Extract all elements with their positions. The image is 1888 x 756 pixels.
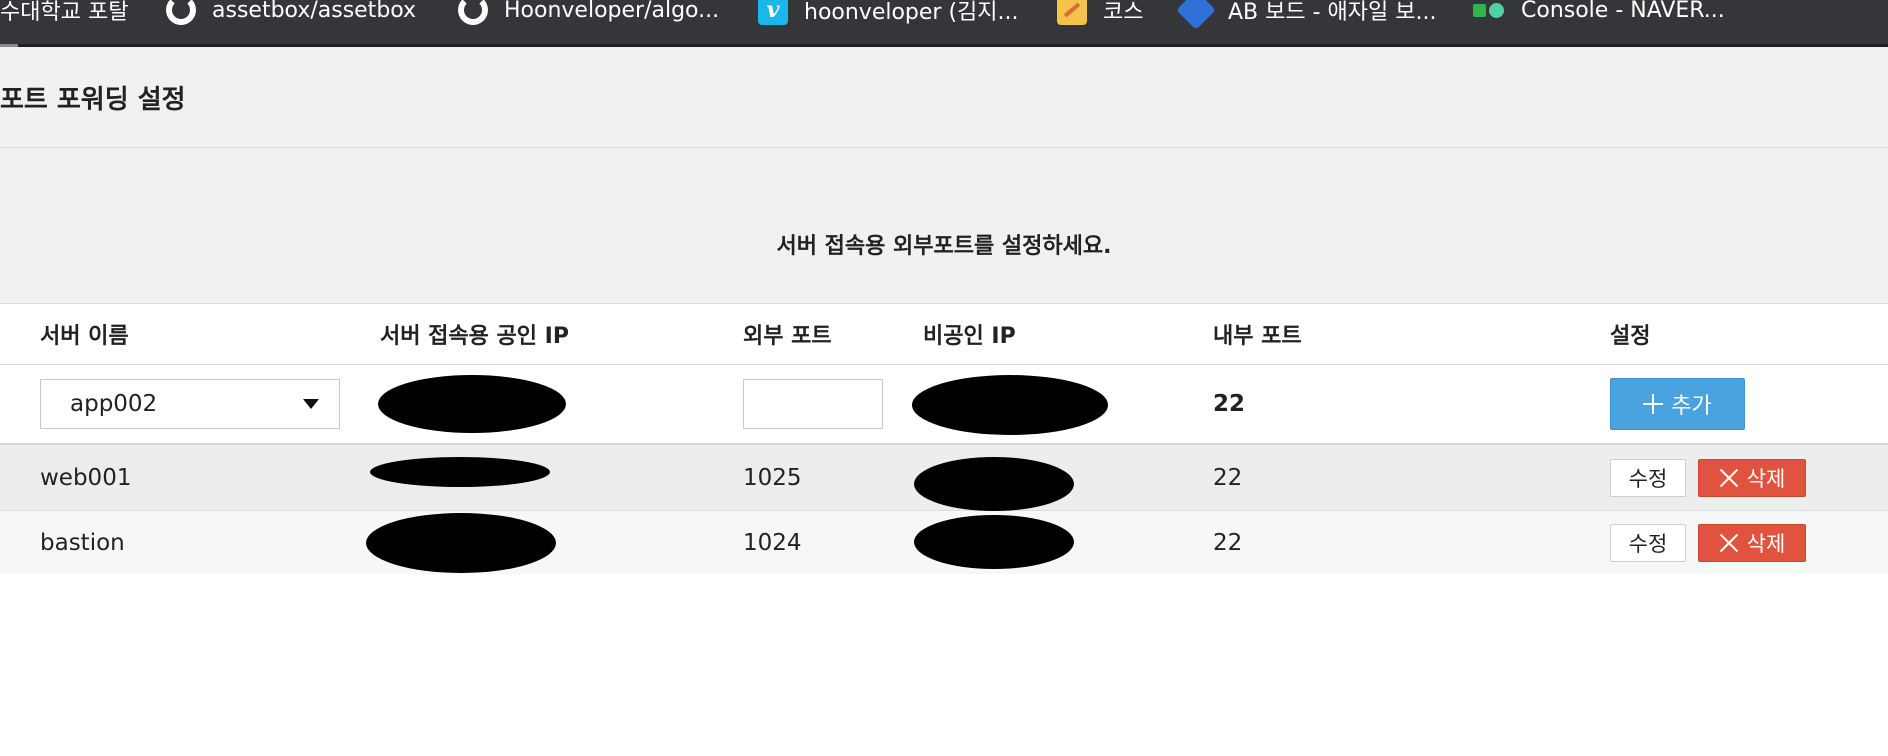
bookmark-label: Console - NAVER... — [1521, 0, 1725, 23]
delete-button[interactable]: 삭제 — [1698, 523, 1806, 562]
redacted-private-ip — [912, 375, 1108, 435]
redacted-public-ip — [378, 375, 566, 433]
table-row: web001 1025 22 수정 삭제 — [0, 445, 1888, 511]
row-internal-port: 22 — [1213, 464, 1243, 491]
bookmark-jira[interactable]: AB 보드 - 애자일 보... — [1176, 0, 1437, 30]
bookmark-naver[interactable]: Console - NAVER... — [1473, 0, 1725, 24]
header-internal-port: 내부 포트 — [1213, 324, 1302, 349]
edit-button[interactable]: 수정 — [1610, 458, 1686, 497]
add-button[interactable]: 추가 — [1610, 378, 1745, 430]
github-icon — [458, 0, 488, 25]
page-subtitle: 서버 접속용 외부포트를 설정하세요. — [776, 234, 1112, 259]
github-icon — [166, 0, 196, 25]
add-button-label: 추가 — [1671, 394, 1712, 419]
bookmark-label: hoonveloper (김지... — [804, 0, 1019, 25]
edit-button[interactable]: 수정 — [1610, 523, 1686, 562]
external-port-cell — [743, 365, 883, 443]
header-private-ip: 비공인 IP — [923, 324, 1016, 349]
close-icon — [1719, 533, 1739, 553]
external-port-input[interactable] — [743, 379, 883, 429]
plus-icon — [1643, 394, 1664, 414]
bookmarks-bar: 수대학교 포탈 assetbox/assetbox Hoonveloper/al… — [0, 0, 1888, 47]
table-row: bastion 1024 22 수정 삭제 — [0, 511, 1888, 574]
row-actions: 수정 삭제 — [1610, 445, 1806, 510]
vimeo-icon: v — [758, 0, 788, 25]
delete-button-label: 삭제 — [1746, 531, 1786, 556]
bookmark-course[interactable]: 코스 — [1057, 0, 1144, 25]
bookmark-algo[interactable]: Hoonveloper/algo... — [458, 0, 720, 25]
delete-button[interactable]: 삭제 — [1698, 458, 1806, 497]
subtitle-band: 서버 접속용 외부포트를 설정하세요. — [0, 148, 1888, 304]
delete-button-label: 삭제 — [1746, 466, 1786, 491]
redacted-public-ip — [366, 513, 556, 573]
row-external-port: 1024 — [743, 529, 802, 556]
new-rule-row: app002 22 추가 — [0, 365, 1888, 445]
row-server-name: web001 — [40, 464, 132, 491]
port-forwarding-table: 서버 이름 서버 접속용 공인 IP 외부 포트 비공인 IP 내부 포트 설정… — [0, 304, 1888, 574]
table-header-row: 서버 이름 서버 접속용 공인 IP 외부 포트 비공인 IP 내부 포트 설정 — [0, 304, 1888, 365]
bookmark-label: 코스 — [1103, 0, 1144, 25]
notes-icon — [1057, 0, 1087, 25]
redacted-private-ip — [914, 515, 1074, 569]
server-select-value: app002 — [70, 391, 158, 417]
header-server-name: 서버 이름 — [40, 324, 129, 349]
server-select[interactable]: app002 — [40, 379, 340, 429]
bookmark-label: 수대학교 포탈 — [0, 0, 129, 25]
caret-down-icon — [303, 399, 319, 409]
header-settings: 설정 — [1610, 324, 1651, 349]
server-select-cell: app002 — [40, 365, 340, 443]
redacted-public-ip — [370, 457, 550, 487]
page-header: 포트 포워딩 설정 — [0, 47, 1888, 148]
header-public-ip: 서버 접속용 공인 IP — [380, 324, 569, 349]
row-actions: 수정 삭제 — [1610, 511, 1806, 574]
add-button-cell: 추가 — [1610, 365, 1745, 443]
row-internal-port: 22 — [1213, 529, 1243, 556]
jira-icon — [1176, 0, 1216, 30]
bookmark-assetbox[interactable]: assetbox/assetbox — [166, 0, 417, 25]
close-icon — [1719, 468, 1739, 488]
naver-cloud-icon — [1473, 2, 1505, 18]
bookmark-portal[interactable]: 수대학교 포탈 — [0, 0, 129, 25]
bookmark-label: AB 보드 - 애자일 보... — [1228, 0, 1437, 25]
row-external-port: 1025 — [743, 464, 802, 491]
internal-port-value: 22 — [1213, 391, 1246, 417]
redacted-private-ip — [914, 457, 1074, 511]
bookmark-vimeo[interactable]: v hoonveloper (김지... — [758, 0, 1019, 25]
bookmark-label: Hoonveloper/algo... — [504, 0, 720, 23]
row-server-name: bastion — [40, 529, 125, 556]
page-title: 포트 포워딩 설정 — [0, 85, 186, 115]
bookmark-label: assetbox/assetbox — [212, 0, 417, 23]
header-external-port: 외부 포트 — [743, 324, 832, 349]
